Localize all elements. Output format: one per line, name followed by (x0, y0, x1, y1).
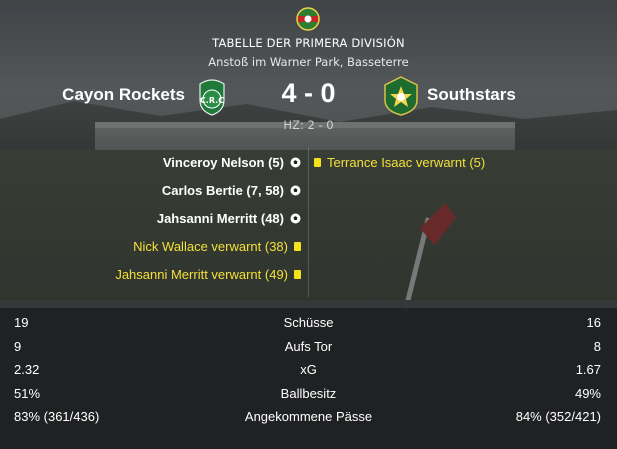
competition-logo-icon (296, 7, 320, 31)
competition-title[interactable]: TABELLE DER PRIMERA DIVISIÓN (0, 36, 617, 50)
away-team-name[interactable]: Southstars (427, 85, 516, 105)
stat-away-value: 16 (586, 315, 601, 330)
stat-row-on-target: 9 Aufs Tor 8 (0, 336, 617, 358)
stat-label: Aufs Tor (284, 339, 333, 354)
home-events: Vinceroy Nelson (5) Carlos Bertie (7, 58… (115, 148, 301, 288)
football-icon (290, 185, 301, 195)
venue-text: Anstoß im Warner Park, Basseterre (208, 55, 409, 69)
event-row: Jahsanni Merritt verwarnt (49) (115, 260, 301, 288)
match-summary: TABELLE DER PRIMERA DIVISIÓN Anstoß im W… (0, 0, 617, 449)
event-row: Jahsanni Merritt (48) (115, 204, 301, 232)
event-row: Vinceroy Nelson (5) (115, 148, 301, 176)
stat-label: Schüsse (283, 315, 334, 330)
booking-text[interactable]: Terrance Isaac verwarnt (5) (327, 155, 485, 170)
goal-scorer[interactable]: Vinceroy Nelson (5) (163, 155, 284, 170)
stat-away-value: 8 (593, 339, 601, 354)
yellow-card-icon (294, 269, 301, 279)
event-row: Nick Wallace verwarnt (38) (115, 232, 301, 260)
stat-away-value: 49% (574, 386, 601, 401)
stat-row-xg: 2.32 xG 1.67 (0, 359, 617, 381)
stat-row-shots: 19 Schüsse 16 (0, 312, 617, 334)
event-row: Carlos Bertie (7, 58) (115, 176, 301, 204)
yellow-card-icon (314, 157, 321, 167)
stats-panel-header (0, 300, 617, 308)
match-stats-panel: 19 Schüsse 16 9 Aufs Tor 8 2.32 xG 1.67 … (0, 300, 617, 449)
away-events: Terrance Isaac verwarnt (5) (314, 148, 485, 176)
score: 4 - 0 (281, 78, 336, 108)
stat-row-passes: 83% (361/436) Angekommene Pässe 84% (352… (0, 406, 617, 428)
yellow-card-icon (294, 241, 301, 251)
goal-scorer[interactable]: Jahsanni Merritt (48) (157, 211, 284, 226)
stat-away-value: 1.67 (575, 362, 601, 377)
stat-label: Ballbesitz (280, 386, 337, 401)
southstars-crest-icon[interactable] (383, 76, 419, 116)
booking-text[interactable]: Jahsanni Merritt verwarnt (49) (115, 267, 288, 282)
booking-text[interactable]: Nick Wallace verwarnt (38) (133, 239, 288, 254)
football-icon (290, 213, 301, 223)
football-icon (290, 157, 301, 167)
event-row: Terrance Isaac verwarnt (5) (314, 148, 485, 176)
stat-row-possession: 51% Ballbesitz 49% (0, 383, 617, 405)
goal-scorer[interactable]: Carlos Bertie (7, 58) (162, 183, 284, 198)
stat-label: xG (300, 362, 317, 377)
half-time-score: HZ: 2 - 0 (283, 118, 334, 132)
stat-away-value: 84% (352/421) (515, 409, 601, 424)
